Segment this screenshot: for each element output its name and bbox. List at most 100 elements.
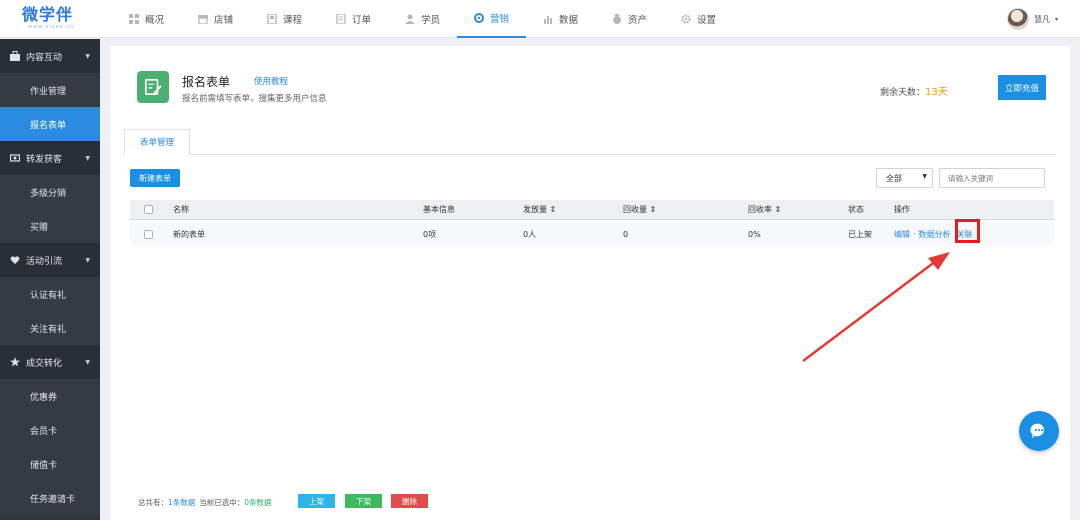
briefcase-icon xyxy=(10,51,20,61)
course-icon xyxy=(267,14,277,24)
nav-label: 课程 xyxy=(282,15,302,26)
chat-button[interactable] xyxy=(1019,411,1059,451)
row-basic-info: 0项 xyxy=(423,229,437,239)
caret-down-icon: ▼ xyxy=(85,256,90,264)
sidebar-group-label: 内容互动 xyxy=(26,52,63,63)
nav-label: 订单 xyxy=(351,15,371,26)
nav-order[interactable]: 订单 xyxy=(319,0,388,38)
sidebar-group-share-acquire[interactable]: 转发获客 ▼ xyxy=(0,141,100,175)
sidebar-item-member-card[interactable]: 会员卡 xyxy=(0,413,100,447)
selected-label: 当前已选中： xyxy=(199,497,245,507)
sidebar-item-task-invite-card[interactable]: 任务邀请卡 xyxy=(0,481,100,515)
sidebar-item-buy-gift[interactable]: 买赠 xyxy=(0,209,100,243)
sidebar-group-label: 转发获客 xyxy=(26,154,63,165)
nav-label: 学员 xyxy=(420,15,440,26)
table-row: 新的表单 0项 0人 0 0% 已上架 编辑 · 数据分析 关联 xyxy=(130,222,1054,246)
column-header-name: 名称 xyxy=(173,205,189,214)
main-nav: 概况 店铺 课程 订单 学员 营销 数据 资产 设置 xyxy=(112,0,733,38)
sidebar-item-stored-value-card[interactable]: 储值卡 xyxy=(0,447,100,481)
chat-bubble-icon xyxy=(1030,423,1045,439)
edit-link[interactable]: 编辑 xyxy=(894,229,910,240)
new-form-button[interactable]: 新建表单 xyxy=(130,169,180,187)
top-navbar: 微学伴 www.xiaoe.cn 概况 店铺 课程 订单 学员 营销 数据 资产… xyxy=(0,0,1080,38)
row-collected: 0 xyxy=(623,229,629,239)
money-icon xyxy=(612,14,622,24)
nav-label: 营销 xyxy=(489,14,509,25)
column-header-collected[interactable]: 回收量 ⇕ xyxy=(623,200,656,219)
total-label: 总共有： xyxy=(138,497,168,507)
star-icon xyxy=(10,357,20,367)
nav-label: 设置 xyxy=(696,15,716,26)
sidebar-item-coupon[interactable]: 优惠券 xyxy=(0,379,100,413)
recharge-button[interactable]: 立即充值 xyxy=(998,75,1046,100)
nav-course[interactable]: 课程 xyxy=(250,0,319,38)
column-header-rate[interactable]: 回收率 ⇕ xyxy=(748,200,781,219)
remaining-days-value: 13天 xyxy=(925,87,948,98)
sidebar-item-verify-gift[interactable]: 认证有礼 xyxy=(0,277,100,311)
logo-text: 微学伴 xyxy=(22,5,74,24)
grid-icon xyxy=(128,14,139,24)
filter-value: 全部 xyxy=(886,173,902,183)
sidebar-group-conversion[interactable]: 成交转化 ▼ xyxy=(0,345,100,379)
sidebar-group-content-interaction[interactable]: 内容互动 ▼ xyxy=(0,39,100,73)
selected-count: 0条数据 xyxy=(244,497,272,507)
select-all-checkbox[interactable] xyxy=(144,205,153,214)
column-header-issued[interactable]: 发放量 ⇕ xyxy=(523,200,556,219)
column-header-status: 状态 xyxy=(848,205,864,214)
status-filter-select[interactable]: 全部 ▼ xyxy=(876,168,933,188)
sidebar-item-follow-gift[interactable]: 关注有礼 xyxy=(0,311,100,345)
logo-subtext: www.xiaoe.cn xyxy=(28,24,75,30)
nav-settings[interactable]: 设置 xyxy=(664,0,733,38)
form-edit-icon xyxy=(137,71,169,103)
heart-icon xyxy=(10,255,20,265)
sidebar-item-signup-form[interactable]: 报名表单 xyxy=(0,107,100,141)
chart-icon xyxy=(543,14,553,24)
nav-overview[interactable]: 概况 xyxy=(112,0,181,38)
tutorial-link[interactable]: 使用教程 xyxy=(254,75,288,87)
table-footer: 总共有： 1条数据 当前已选中： 0条数据 xyxy=(138,495,272,509)
tab-bar: 表单管理 xyxy=(124,129,1056,155)
remaining-days: 剩余天数：13天 xyxy=(880,83,948,98)
nav-label: 概况 xyxy=(144,15,164,26)
data-analysis-link[interactable]: 数据分析 xyxy=(919,229,951,240)
marketing-icon xyxy=(473,13,484,23)
nav-marketing[interactable]: 营销 xyxy=(457,0,526,38)
sidebar-item-homework[interactable]: 作业管理 xyxy=(0,73,100,107)
remaining-label: 剩余天数： xyxy=(880,88,926,98)
page-description: 报名前需填写表单，搜集更多用户信息 xyxy=(182,94,327,104)
row-checkbox[interactable] xyxy=(144,229,153,239)
publish-button[interactable]: 上架 xyxy=(298,494,335,508)
column-header-basic-info: 基本信息 xyxy=(423,205,455,214)
avatar xyxy=(1006,8,1029,30)
total-count: 1条数据 xyxy=(168,497,196,507)
gear-icon xyxy=(681,14,691,24)
unpublish-button[interactable]: 下架 xyxy=(345,494,382,508)
delete-button[interactable]: 删除 xyxy=(391,494,428,508)
chevron-down-icon: ▾ xyxy=(1054,15,1058,23)
caret-down-icon: ▼ xyxy=(85,52,90,60)
sidebar-group-label: 成交转化 xyxy=(26,358,63,369)
share-icon xyxy=(10,153,20,163)
nav-students[interactable]: 学员 xyxy=(388,0,457,38)
sidebar-group-activity[interactable]: 活动引流 ▼ xyxy=(0,243,100,277)
username: 慧凡 xyxy=(1033,14,1050,24)
row-name: 新的表单 xyxy=(173,229,205,239)
user-menu[interactable]: 慧凡 ▾ xyxy=(1006,8,1058,30)
caret-down-icon: ▼ xyxy=(85,358,90,366)
table-header: 名称 基本信息 发放量 ⇕ 回收量 ⇕ 回收率 ⇕ 状态 操作 xyxy=(130,200,1054,220)
nav-store[interactable]: 店铺 xyxy=(181,0,250,38)
tab-form-management[interactable]: 表单管理 xyxy=(124,129,190,155)
annotation-arrow xyxy=(802,252,950,362)
logo[interactable]: 微学伴 www.xiaoe.cn xyxy=(22,6,80,34)
sidebar-item-distribution[interactable]: 多级分销 xyxy=(0,175,100,209)
chevron-down-icon: ▼ xyxy=(922,173,927,180)
column-header-actions: 操作 xyxy=(894,205,910,214)
action-separator: · xyxy=(913,229,916,239)
nav-assets[interactable]: 资产 xyxy=(595,0,664,38)
search-input[interactable] xyxy=(939,168,1045,188)
row-rate: 0% xyxy=(748,229,761,239)
nav-data[interactable]: 数据 xyxy=(526,0,595,38)
nav-label: 数据 xyxy=(558,15,578,26)
nav-label: 资产 xyxy=(627,15,647,26)
user-icon xyxy=(404,14,415,24)
